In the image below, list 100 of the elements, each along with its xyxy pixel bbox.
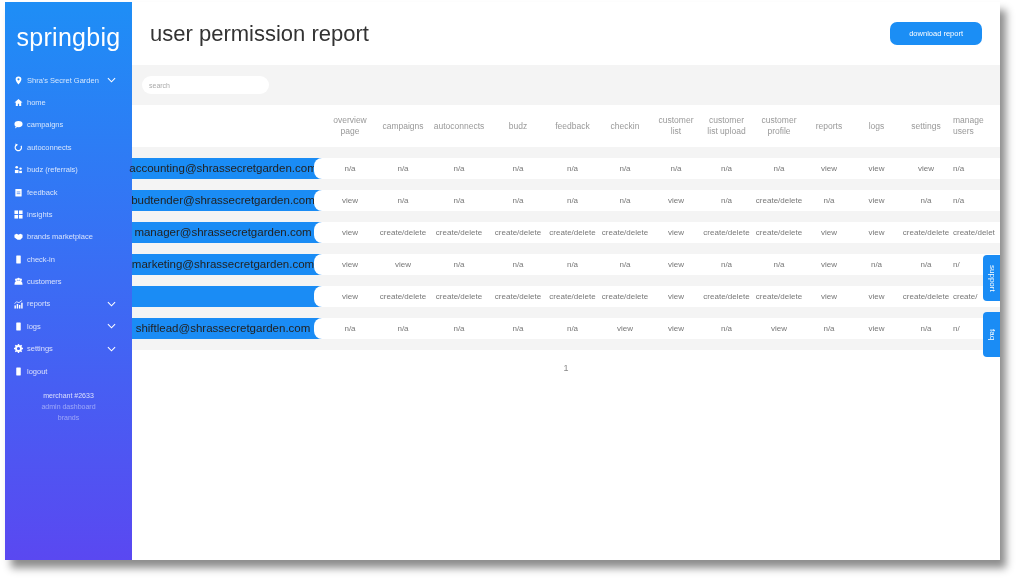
- table-cell-text: view: [667, 226, 685, 239]
- table-cell-text: n/a: [869, 258, 884, 271]
- table-cell-text: view: [867, 162, 886, 175]
- table-cell-text: n/: [952, 322, 960, 335]
- table-cell-text: n/a: [343, 162, 357, 175]
- door-icon: [14, 254, 23, 264]
- table-cell-text: n/a: [396, 322, 410, 335]
- table-cell-text: n/a: [719, 194, 734, 207]
- table-cell-text: n/a: [772, 162, 786, 175]
- table-cell-text: n/a: [452, 194, 466, 207]
- column-header: manage users: [952, 115, 985, 137]
- table-cell-text: n/a: [772, 258, 786, 271]
- table-cell-text: n/a: [396, 194, 410, 207]
- column-header: customer list: [657, 115, 695, 137]
- table-cell-text: view: [667, 258, 685, 271]
- table-cell-text: create/: [952, 290, 978, 303]
- table-cell-text: n/a: [822, 194, 836, 207]
- user-email: shiftlead@shrassecretgarden.com: [132, 318, 322, 339]
- table-cell-text: create/delete: [434, 226, 484, 239]
- table-cell-text: view: [341, 194, 359, 207]
- table-cell-text: create/delete: [702, 226, 751, 239]
- table-cell-text: view: [770, 322, 788, 335]
- table-cell-text: create/delete: [493, 290, 543, 303]
- table-cell-text: view: [667, 290, 685, 303]
- column-header: customer list upload: [706, 115, 747, 137]
- table-cell-text: n/a: [511, 194, 525, 207]
- table-cell-text: n/a: [565, 162, 580, 175]
- side-tab[interactable]: support: [983, 255, 1000, 301]
- table-cell-text: n/a: [719, 258, 734, 271]
- table-cell-text: n/a: [511, 258, 525, 271]
- column-header: feedback: [554, 120, 591, 132]
- table-cell-text: view: [341, 226, 359, 239]
- table-cell-text: create/delete: [754, 226, 804, 239]
- table-cell-text: create/delete: [702, 290, 751, 303]
- user-email: marketing@shrassecretgarden.com: [132, 254, 322, 275]
- table-cell-text: view: [341, 290, 359, 303]
- table-cell-text: n/a: [452, 162, 466, 175]
- speech-bubble-icon: [14, 120, 23, 130]
- column-header: budz: [507, 120, 529, 132]
- table-cell-text: n/a: [719, 322, 734, 335]
- table-cell-text: n/: [952, 258, 960, 271]
- table-cell-text: create/delete: [600, 226, 650, 239]
- table-cell-text: n/a: [952, 194, 965, 207]
- map-pin-icon: [14, 75, 23, 85]
- table-cell-text: create/delete: [548, 226, 597, 239]
- table-cell: create/delete: [378, 290, 428, 303]
- table-cell-text: n/a: [919, 258, 933, 271]
- table-cell-text: create/delete: [548, 290, 597, 303]
- table-cell-text: create/delete: [434, 290, 484, 303]
- table-cell-text: view: [867, 322, 886, 335]
- table-cell-text: view: [667, 194, 685, 207]
- table-cell-text: create/delete: [600, 290, 650, 303]
- table-cell-text: n/a: [618, 194, 632, 207]
- gear-icon: [14, 344, 23, 354]
- column-header: autoconnects: [432, 120, 486, 132]
- column-header: customer profile: [760, 115, 798, 137]
- column-header: settings: [910, 120, 942, 132]
- table-cell-text: n/a: [565, 258, 580, 271]
- document-icon: [14, 322, 23, 331]
- user-email: manager@shrassecretgarden.com: [132, 222, 322, 243]
- table-cell-text: n/a: [719, 162, 734, 175]
- table-cell-text: n/a: [822, 322, 836, 335]
- column-header: overview page: [332, 115, 368, 137]
- column-header: checkin: [609, 120, 641, 132]
- table-cell-text: n/a: [669, 162, 683, 175]
- table-cell-text: view: [820, 258, 838, 271]
- logo: springbig: [15, 22, 122, 53]
- user-email: budtender@shrassecretgarden.com: [132, 190, 322, 211]
- column-header: logs: [867, 120, 886, 132]
- table-cell-text: n/a: [511, 162, 525, 175]
- table-cell-text: n/a: [919, 194, 933, 207]
- table-cell-text: n/a: [452, 258, 466, 271]
- table-cell-text: n/a: [396, 162, 410, 175]
- table-cell: create/delete: [901, 226, 951, 239]
- grid-icon: [14, 210, 23, 220]
- bar-chart-icon: [14, 299, 23, 309]
- refresh-icon: [14, 142, 23, 152]
- door-icon: [14, 366, 23, 376]
- column-header: reports: [814, 120, 844, 132]
- table-cell-text: view: [667, 322, 685, 335]
- table-cell-text: create/delete: [754, 290, 804, 303]
- table-cell-text: n/a: [565, 322, 580, 335]
- table-cell-text: n/a: [618, 258, 632, 271]
- table-cell-text: create/delete: [754, 194, 804, 207]
- table-cell-text: view: [616, 322, 634, 335]
- clipboard-icon: [14, 187, 23, 197]
- table-cell-text: n/a: [452, 322, 466, 335]
- page-number[interactable]: 1: [563, 363, 569, 373]
- table-cell-text: view: [394, 258, 412, 271]
- table-cell: create/delete: [378, 226, 428, 239]
- column-header: campaigns: [381, 120, 425, 132]
- side-tab[interactable]: faq: [983, 312, 1000, 357]
- table-cell-text: n/a: [919, 322, 933, 335]
- table-cell-text: create/delet: [952, 226, 995, 239]
- table-cell-text: view: [820, 290, 838, 303]
- table-cell-text: view: [820, 226, 838, 239]
- table-cell-text: view: [867, 290, 886, 303]
- table-cell-text: view: [867, 194, 886, 207]
- table-cell-text: view: [917, 162, 935, 175]
- table-cell-text: n/a: [343, 322, 357, 335]
